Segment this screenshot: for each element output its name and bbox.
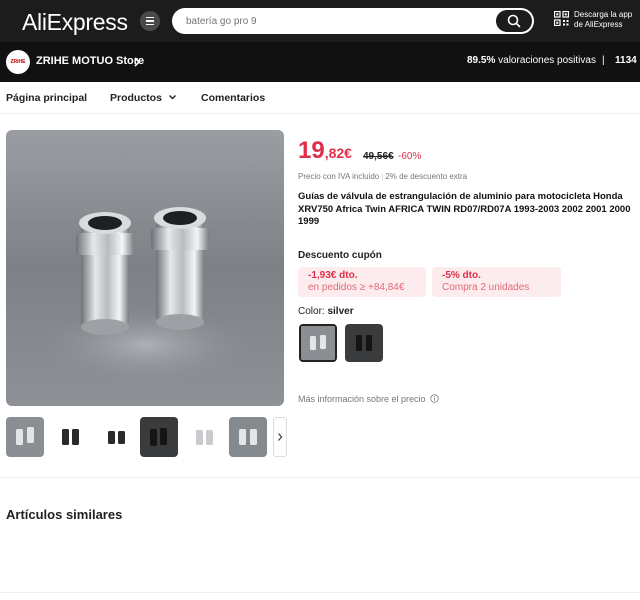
section-divider [0, 592, 640, 593]
price-decimal: ,82€ [324, 145, 352, 161]
store-logo-text: ZRIHE [10, 59, 26, 65]
extra-discount: 2% de descuento extra [385, 172, 468, 181]
nav-reviews[interactable]: Comentarios [201, 92, 265, 104]
store-rating: 89.5% valoraciones positivas [467, 55, 596, 66]
coupon-heading: Descuento cupón [298, 250, 382, 261]
rating-value: 89.5% [467, 55, 496, 66]
vat-text: Precio con IVA incluido [298, 172, 380, 181]
search-icon [507, 14, 521, 28]
thumbnail[interactable] [98, 417, 136, 457]
product-title: Guías de válvula de estrangulación de al… [298, 191, 631, 227]
vat-separator: | [381, 172, 384, 181]
vat-note: Precio con IVA incluido | 2% de descuento … [298, 172, 467, 181]
store-nav: Página principal Productos Comentarios [0, 82, 640, 114]
color-label-text: Color: [298, 306, 325, 317]
more-price-info[interactable]: Más información sobre el precio [298, 394, 439, 404]
search-bar [172, 8, 534, 34]
nav-home[interactable]: Página principal [6, 92, 87, 104]
store-avatar[interactable]: ZRIHE [6, 50, 30, 74]
thumbnail-next-button[interactable] [273, 417, 287, 457]
chevron-down-icon [168, 95, 176, 100]
aliexpress-logo[interactable]: AliExpress [22, 9, 128, 36]
menu-icon[interactable] [140, 11, 160, 31]
discount-badge: -60% [398, 151, 422, 162]
coupon-amount: -1,93€ dto. [308, 270, 358, 281]
nav-products[interactable]: Productos [110, 92, 177, 104]
color-swatch-black[interactable] [345, 324, 383, 362]
product-main-image[interactable] [6, 130, 284, 406]
store-name[interactable]: ZRIHE MOTUO Store [36, 55, 144, 67]
coupon-card[interactable]: -1,93€ dto. en pedidos ≥ +84,84€ [298, 267, 426, 297]
color-label: Color: silver [298, 306, 354, 317]
search-input[interactable] [186, 13, 486, 29]
top-header: AliExpress Descarga la app de AliExpress [0, 0, 640, 42]
thumbnail[interactable] [186, 417, 224, 457]
store-followers: 1134 [615, 55, 637, 66]
similar-items-heading: Artículos similares [6, 507, 123, 522]
chevron-right-icon[interactable] [133, 56, 141, 68]
price-integer: 19 [298, 137, 325, 164]
qr-code-icon [554, 11, 569, 26]
current-price: 19,82€ [298, 137, 352, 165]
color-swatch-silver[interactable] [299, 324, 337, 362]
rating-label: valoraciones positivas [498, 55, 596, 66]
coupon-condition: en pedidos ≥ +84,84€ [308, 282, 405, 293]
app-download-line2: de AliExpress [574, 20, 623, 29]
thumbnail-strip [6, 417, 287, 457]
store-separator: | [602, 55, 605, 66]
thumbnail[interactable] [6, 417, 44, 457]
thumbnail[interactable] [52, 417, 90, 457]
store-bar: ZRIHE ZRIHE MOTUO Store 89.5% valoracion… [0, 42, 640, 82]
color-selected-value: silver [327, 306, 354, 317]
more-price-info-text: Más información sobre el precio [298, 394, 426, 404]
coupon-amount: -5% dto. [442, 270, 481, 281]
original-price: 49,56€ [363, 151, 394, 162]
chevron-right-icon [278, 433, 283, 441]
nav-products-label: Productos [110, 92, 162, 104]
search-button[interactable] [496, 10, 532, 32]
coupon-card[interactable]: -5% dto. Compra 2 unidades [432, 267, 561, 297]
app-download-line1: Descarga la app [574, 10, 633, 19]
app-download-link[interactable]: Descarga la app de AliExpress [554, 10, 638, 34]
section-divider [0, 477, 640, 478]
thumbnail[interactable] [229, 417, 267, 457]
app-download-text: Descarga la app de AliExpress [574, 10, 632, 30]
thumbnail[interactable] [140, 417, 178, 457]
info-icon [430, 394, 439, 403]
coupon-condition: Compra 2 unidades [442, 282, 530, 293]
